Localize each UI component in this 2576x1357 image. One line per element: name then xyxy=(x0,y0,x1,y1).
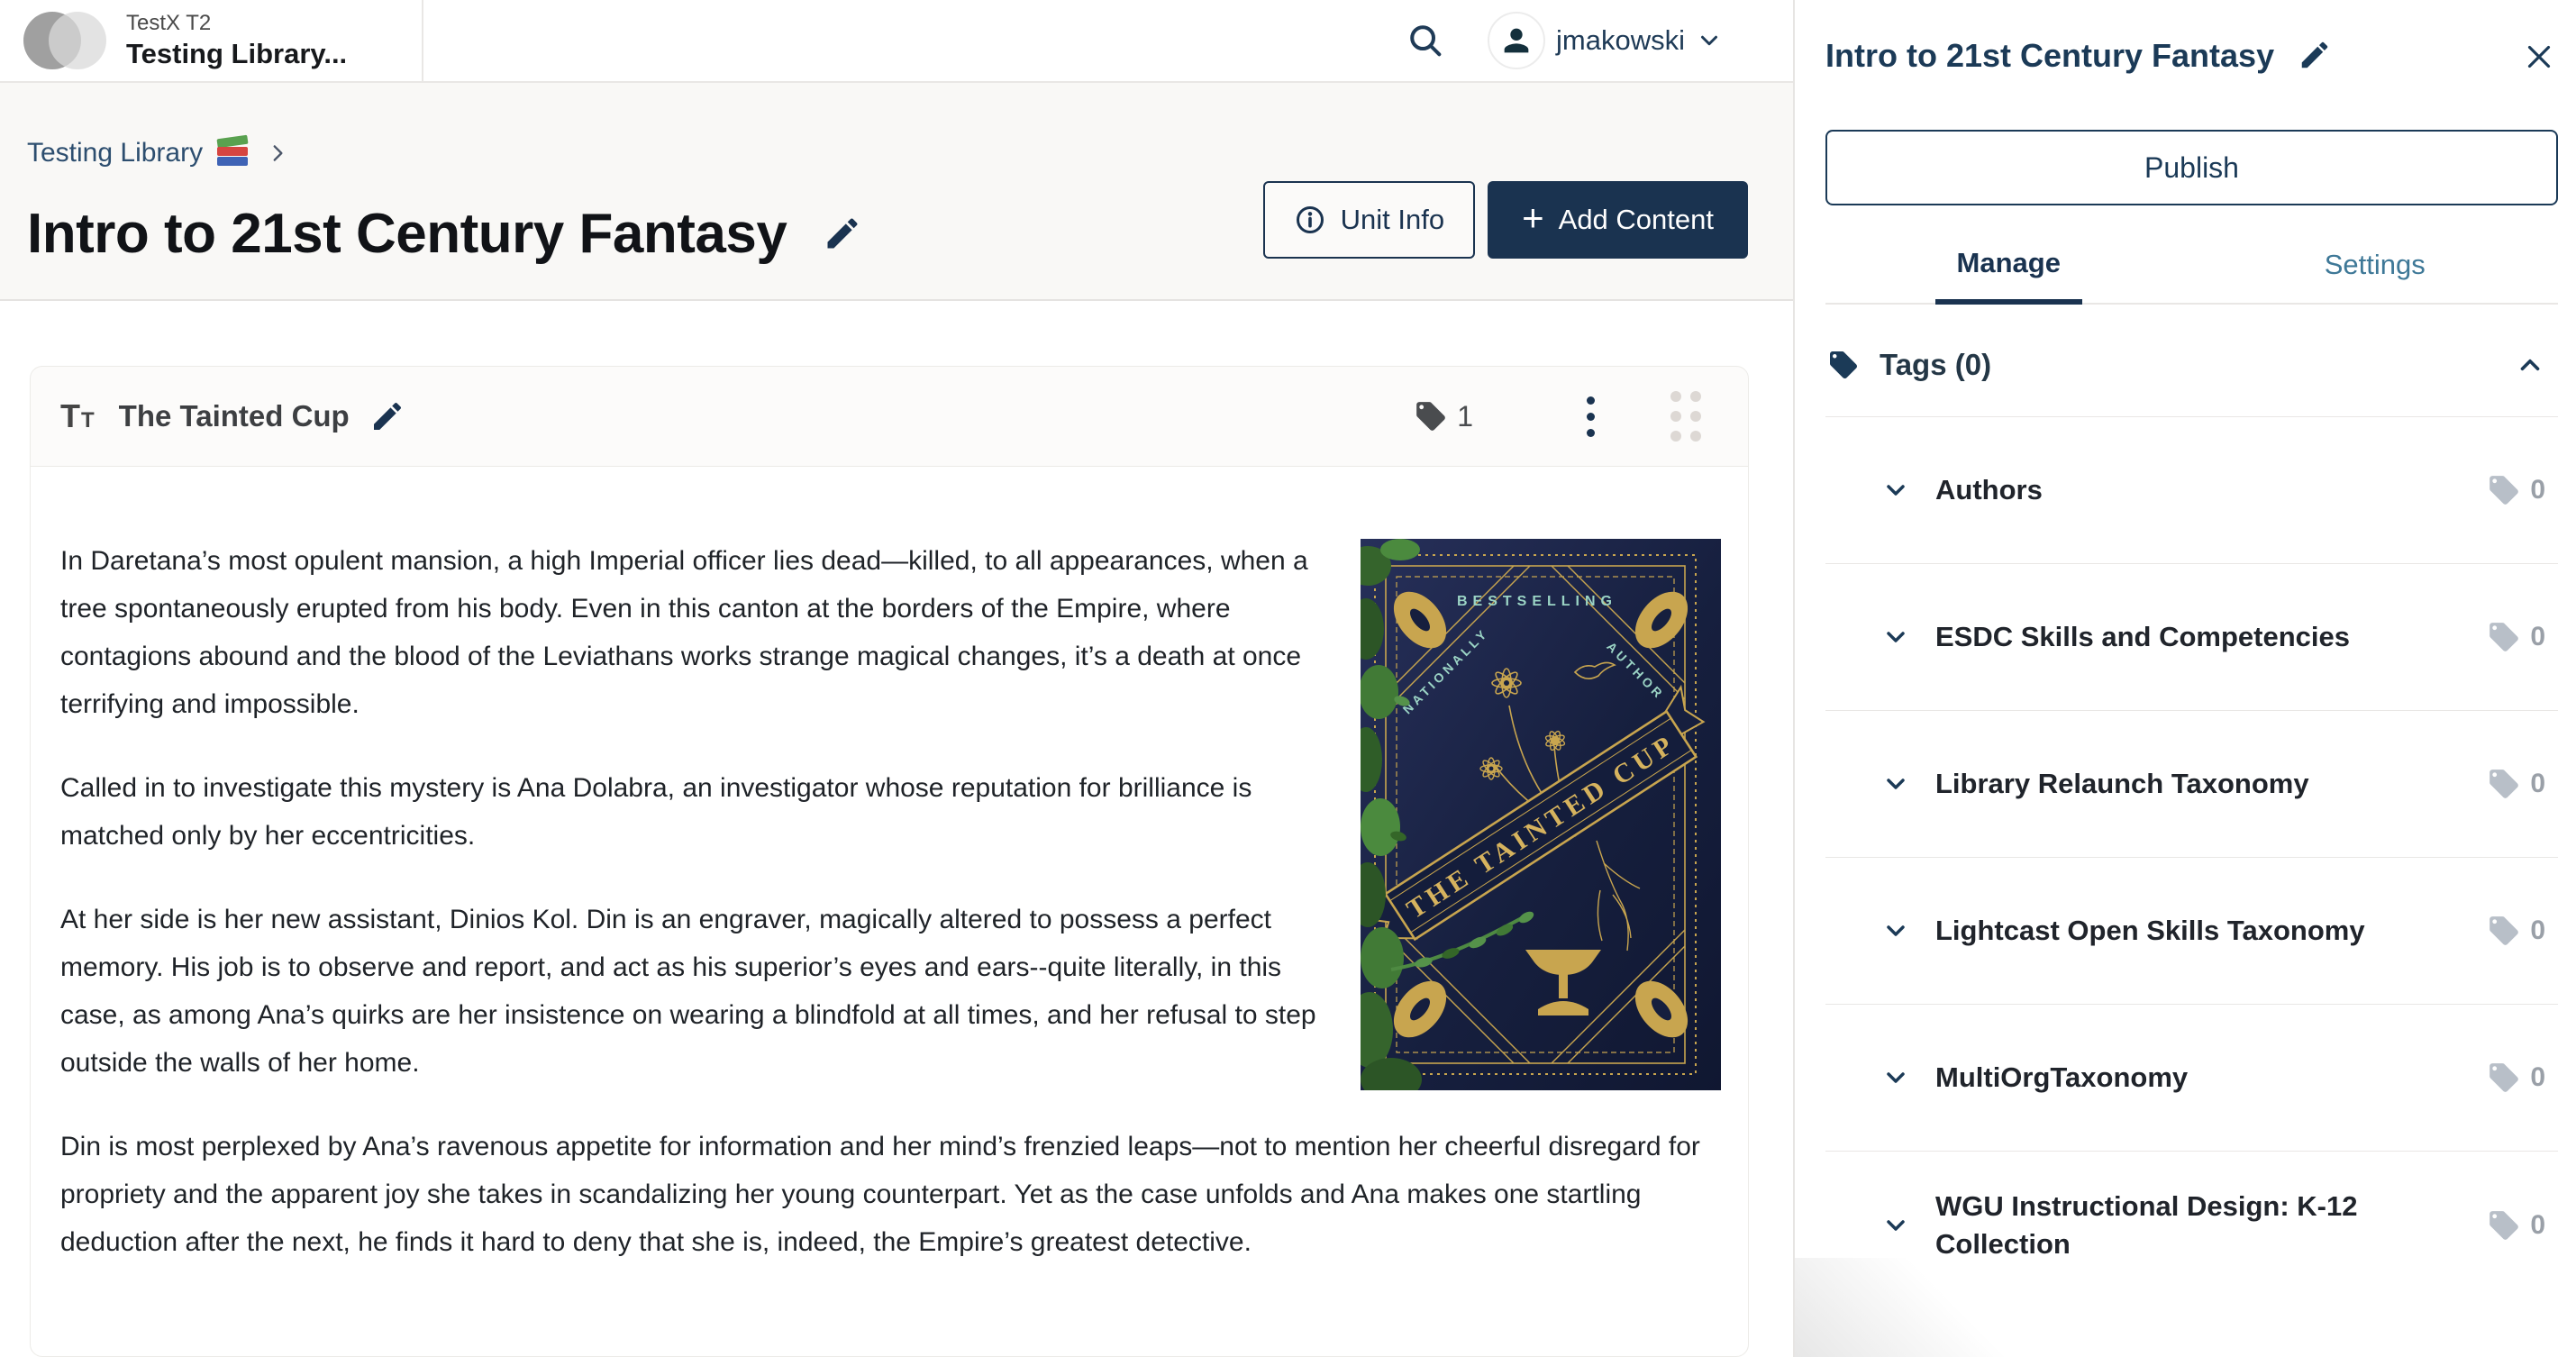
taxonomy-tag-count: 0 xyxy=(2530,1062,2545,1093)
tag-icon xyxy=(2487,1061,2521,1095)
library-name: Testing Library... xyxy=(126,37,347,72)
component-menu-icon[interactable] xyxy=(1587,396,1595,437)
chevron-down-icon[interactable] xyxy=(1881,770,1910,798)
sidebar-header: Intro to 21st Century Fantasy xyxy=(1825,36,2558,76)
tags-section-header: Tags (0) xyxy=(1825,305,2558,417)
tag-icon xyxy=(2487,620,2521,654)
add-content-button[interactable]: + Add Content xyxy=(1488,181,1748,259)
tag-icon xyxy=(2487,914,2521,948)
chevron-down-icon[interactable] xyxy=(1881,476,1910,505)
chevron-up-icon[interactable] xyxy=(2515,350,2545,380)
tag-icon xyxy=(1414,399,1448,433)
taxonomy-row[interactable]: ESDC Skills and Competencies 0 xyxy=(1825,564,2558,711)
svg-text:BESTSELLING: BESTSELLING xyxy=(1457,594,1617,609)
taxonomy-row[interactable]: Lightcast Open Skills Taxonomy 0 xyxy=(1825,858,2558,1005)
taxonomy-label: Lightcast Open Skills Taxonomy xyxy=(1935,912,2365,950)
unit-content-area: TT The Tainted Cup 1 xyxy=(0,301,1793,1357)
tag-icon xyxy=(1827,349,1860,381)
chevron-down-icon[interactable] xyxy=(1881,623,1910,651)
chevron-down-icon xyxy=(1696,27,1723,54)
tagging-sidebar: Intro to 21st Century Fantasy Publish Ma… xyxy=(1793,0,2576,1357)
topbar-right: jmakowski xyxy=(1405,12,1723,69)
taxonomy-row[interactable]: Library Relaunch Taxonomy 0 xyxy=(1825,711,2558,858)
taxonomy-tag-count: 0 xyxy=(2530,475,2545,505)
breadcrumb: Testing Library xyxy=(27,135,1793,171)
org-block[interactable]: TestX T2 Testing Library... xyxy=(23,0,423,81)
component-body: BESTSELLING NATIONALLY AUTHOR xyxy=(31,466,1748,1356)
username-label: jmakowski xyxy=(1556,24,1685,57)
component-paragraph: Din is most perplexed by Ana’s ravenous … xyxy=(60,1123,1721,1266)
breadcrumb-chevron-icon xyxy=(266,141,289,165)
taxonomy-row[interactable]: Authors 0 xyxy=(1825,417,2558,564)
plus-icon: + xyxy=(1522,199,1544,237)
breadcrumb-library-label: Testing Library xyxy=(27,138,203,168)
sidebar-edit-title-icon[interactable] xyxy=(2298,38,2332,72)
chevron-down-icon[interactable] xyxy=(1881,916,1910,945)
tab-manage-label[interactable]: Manage xyxy=(1935,247,2082,305)
taxonomy-list: Authors 0 ESDC Skills and Competencies 0… xyxy=(1825,417,2558,1298)
org-logo xyxy=(23,12,106,69)
books-icon xyxy=(214,135,253,171)
close-icon[interactable] xyxy=(2520,38,2558,76)
drag-handle-icon[interactable] xyxy=(1670,391,1701,442)
app-root: TestX T2 Testing Library... jmak xyxy=(0,0,2576,1357)
tab-settings-label[interactable]: Settings xyxy=(2303,247,2447,303)
tag-icon xyxy=(2487,473,2521,507)
taxonomy-label: MultiOrgTaxonomy xyxy=(1935,1059,2188,1097)
title-band: Testing Library Intro to 21st Century Fa… xyxy=(0,83,1793,301)
component-card-header: TT The Tainted Cup 1 xyxy=(31,367,1748,466)
top-header: TestX T2 Testing Library... jmak xyxy=(0,0,1793,83)
component-tag-count: 1 xyxy=(1457,400,1473,433)
sidebar-title: Intro to 21st Century Fantasy xyxy=(1825,36,2274,75)
taxonomy-tag-count: 0 xyxy=(2530,622,2545,652)
text-component-icon: TT xyxy=(60,397,96,435)
taxonomy-label: Authors xyxy=(1935,471,2043,509)
tab-settings[interactable]: Settings xyxy=(2192,247,2559,303)
component-tag-count-button[interactable]: 1 xyxy=(1414,399,1473,433)
add-content-label: Add Content xyxy=(1559,204,1714,236)
taxonomy-tag-count: 0 xyxy=(2530,915,2545,946)
edit-title-icon[interactable] xyxy=(823,214,862,253)
book-cover-image: BESTSELLING NATIONALLY AUTHOR xyxy=(1361,539,1721,1090)
search-icon[interactable] xyxy=(1405,20,1446,61)
taxonomy-label: WGU Instructional Design: K-12 Collectio… xyxy=(1935,1188,2476,1263)
avatar xyxy=(1488,12,1545,69)
chevron-down-icon[interactable] xyxy=(1881,1211,1910,1240)
chevron-down-icon[interactable] xyxy=(1881,1063,1910,1092)
taxonomy-row[interactable]: MultiOrgTaxonomy 0 xyxy=(1825,1005,2558,1152)
org-name: TestX T2 xyxy=(126,10,347,37)
tag-icon xyxy=(2487,767,2521,801)
taxonomy-tag-count: 0 xyxy=(2530,1210,2545,1241)
taxonomy-label: ESDC Skills and Competencies xyxy=(1935,618,2350,656)
publish-button[interactable]: Publish xyxy=(1825,130,2558,205)
main-column: TestX T2 Testing Library... jmak xyxy=(0,0,1793,1357)
unit-info-label: Unit Info xyxy=(1341,204,1444,236)
component-title: The Tainted Cup xyxy=(119,399,350,433)
taxonomy-tag-count: 0 xyxy=(2530,769,2545,799)
tab-manage[interactable]: Manage xyxy=(1825,247,2192,303)
taxonomy-label: Library Relaunch Taxonomy xyxy=(1935,765,2309,803)
tag-icon xyxy=(2487,1208,2521,1243)
unit-actions: Unit Info + Add Content xyxy=(1263,181,1748,259)
info-icon xyxy=(1294,204,1326,236)
breadcrumb-library-link[interactable]: Testing Library xyxy=(27,135,253,171)
taxonomy-row[interactable]: WGU Instructional Design: K-12 Collectio… xyxy=(1825,1152,2558,1298)
user-menu-button[interactable]: jmakowski xyxy=(1488,12,1723,69)
page-title: Intro to 21st Century Fantasy xyxy=(27,202,787,266)
edit-component-title-icon[interactable] xyxy=(369,398,405,434)
component-card: TT The Tainted Cup 1 xyxy=(30,366,1749,1357)
tags-header-label: Tags (0) xyxy=(1880,348,1991,382)
unit-info-button[interactable]: Unit Info xyxy=(1263,181,1475,259)
sidebar-tabs: Manage Settings xyxy=(1825,247,2558,305)
